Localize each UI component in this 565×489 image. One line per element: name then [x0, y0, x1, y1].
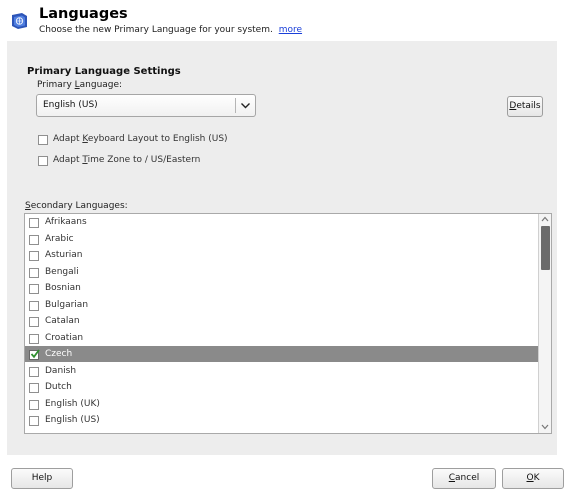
checkbox-box[interactable] — [29, 333, 39, 344]
primary-language-label: Primary Language: — [37, 80, 122, 90]
details-button[interactable]: Details — [507, 96, 543, 117]
checkbox-box[interactable] — [29, 234, 39, 245]
checkbox-box[interactable] — [29, 251, 39, 261]
secondary-languages-list[interactable]: Afrikaans Arabic Asturian Bengali Bosnia… — [24, 213, 552, 434]
list-item[interactable]: Croatian — [25, 330, 540, 346]
list-item-label: English (US) — [45, 415, 100, 425]
list-item[interactable]: Bosnian — [25, 280, 540, 296]
list-item-label: Bulgarian — [45, 299, 89, 310]
label-part: Adapt — [53, 155, 83, 165]
list-item-label: Arabic — [45, 233, 74, 244]
checkbox-box[interactable] — [29, 366, 39, 377]
label-part: anguage: — [79, 80, 123, 90]
list-item[interactable]: Arabic — [25, 231, 540, 247]
list-item[interactable]: Asturian — [25, 247, 540, 263]
chevron-down-icon — [241, 103, 250, 109]
checkbox-box[interactable] — [29, 317, 39, 327]
list-item-label: Catalan — [45, 316, 80, 326]
list-item[interactable]: English (UK) — [25, 396, 540, 412]
chevron-up-icon[interactable] — [540, 215, 550, 223]
secondary-languages-label: Secondary Languages: — [25, 201, 128, 211]
list-item-label: English (UK) — [45, 398, 100, 409]
list-item[interactable]: Dutch — [25, 379, 540, 395]
list-item-label: Bosnian — [45, 283, 81, 293]
primary-language-value: English (US) — [43, 100, 98, 110]
button-mnemonic: O — [526, 473, 534, 483]
list-item[interactable]: Bulgarian — [25, 297, 540, 313]
list-item-label: Danish — [45, 365, 77, 376]
checkbox-box[interactable] — [38, 135, 48, 145]
list-item[interactable]: Danish — [25, 363, 540, 379]
chevron-down-icon[interactable] — [540, 423, 550, 431]
list-item-label: Croatian — [45, 332, 84, 343]
checkbox-box[interactable] — [38, 156, 48, 166]
checkbox-box[interactable] — [29, 218, 39, 228]
primary-settings-heading: Primary Language Settings — [27, 66, 181, 77]
list-item[interactable]: English (US) — [25, 412, 540, 428]
checkbox-box[interactable] — [29, 267, 39, 278]
page-title: Languages — [39, 6, 128, 22]
language-flag-icon — [12, 13, 27, 29]
help-button[interactable]: Help — [11, 468, 73, 489]
checkbox-box[interactable] — [29, 383, 39, 393]
button-label: K — [533, 473, 540, 483]
checkbox-box[interactable] — [29, 349, 40, 360]
label-part: Primary — [37, 80, 75, 90]
list-item-label: Bengali — [45, 266, 79, 277]
checkbox-box[interactable] — [29, 416, 39, 426]
list-item[interactable]: Bengali — [25, 264, 540, 280]
label-part: econdary Languages: — [30, 201, 128, 211]
list-item-selected[interactable]: Czech — [25, 346, 540, 362]
list-item-label: Dutch — [45, 382, 72, 392]
label-part: Adapt — [53, 134, 83, 144]
checkmark-icon — [30, 349, 40, 359]
adapt-timezone-label: Adapt Time Zone to / US/Eastern — [53, 155, 200, 165]
label-part: ime Zone to / US/Eastern — [87, 155, 201, 165]
list-item[interactable]: Afrikaans — [25, 214, 540, 230]
list-item-label: Czech — [45, 349, 73, 359]
primary-language-select[interactable]: English (US) — [36, 94, 256, 117]
adapt-keyboard-label: Adapt Keyboard Layout to English (US) — [53, 134, 228, 144]
combo-divider — [235, 98, 236, 113]
scrollbar-thumb[interactable] — [541, 226, 550, 270]
ok-button[interactable]: OK — [502, 468, 564, 489]
cancel-button[interactable]: Cancel — [432, 468, 496, 489]
button-label: ancel — [455, 473, 480, 483]
checkbox-box[interactable] — [29, 399, 39, 410]
checkbox-box[interactable] — [29, 300, 39, 311]
list-item-label: Afrikaans — [45, 217, 87, 227]
list-scrollbar[interactable] — [538, 214, 551, 433]
page-subtitle: Choose the new Primary Language for your… — [39, 25, 302, 35]
dialog-header: Languages Choose the new Primary Languag… — [0, 0, 565, 41]
button-label: etails — [516, 101, 541, 111]
list-item-label: Asturian — [45, 250, 83, 260]
more-link[interactable]: more — [279, 25, 302, 35]
subtitle-text: Choose the new Primary Language for your… — [39, 25, 273, 35]
checkbox-box[interactable] — [29, 284, 39, 294]
label-part: eyboard Layout to English (US) — [87, 134, 228, 144]
list-item[interactable]: Catalan — [25, 313, 540, 329]
